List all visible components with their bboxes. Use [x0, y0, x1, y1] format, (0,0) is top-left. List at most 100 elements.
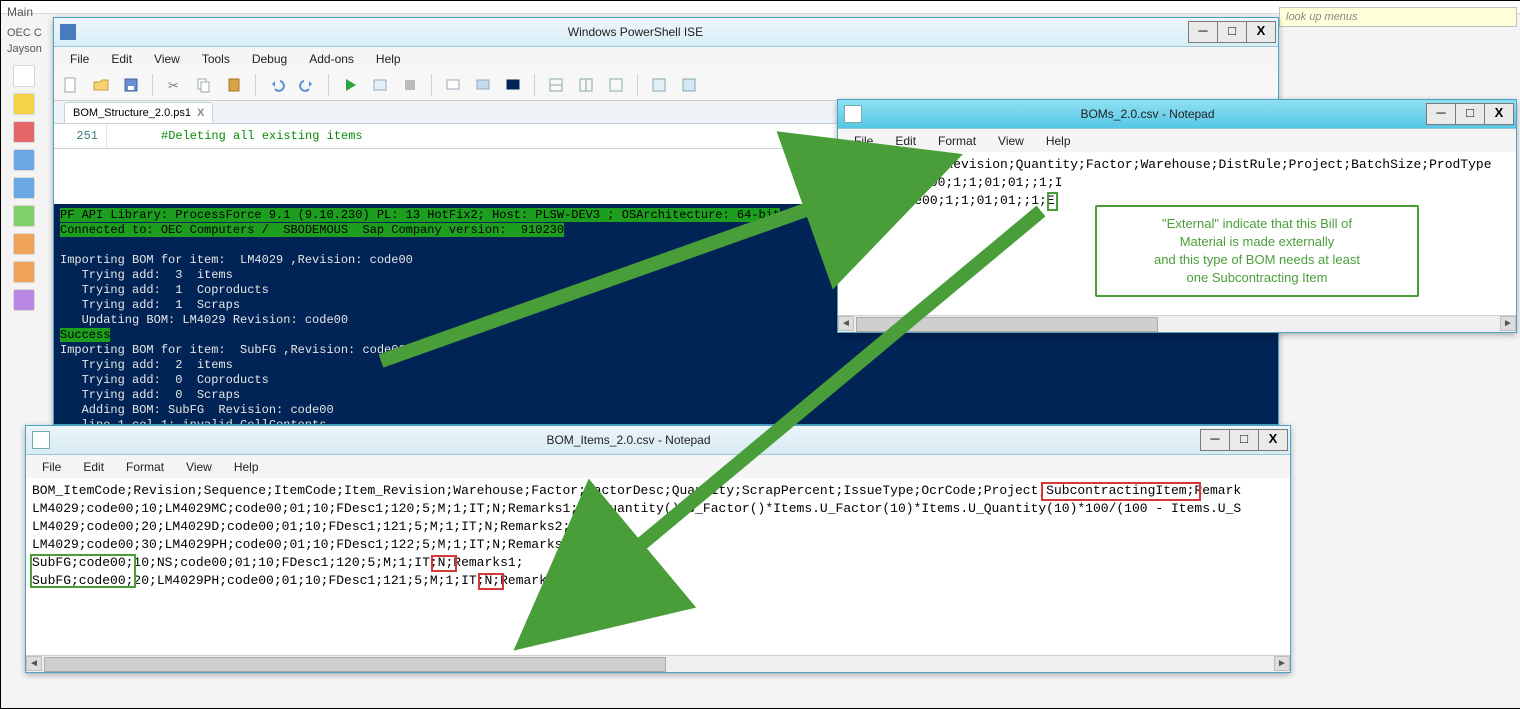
- np2-line3: LM4029;code00;20;LM4029D;code00;01;10;FD…: [32, 519, 570, 534]
- ise-tab-bom-structure[interactable]: BOM_Structure_2.0.ps1 X: [64, 102, 213, 123]
- console-pane-icon[interactable]: [500, 72, 526, 98]
- sap-green-icon[interactable]: [13, 205, 35, 227]
- np2-hscrollbar[interactable]: ◄ ►: [26, 655, 1290, 672]
- callout-l1: "External" indicate that this Bill of: [1107, 215, 1407, 233]
- console-l8: Updating BOM: LM4029 Revision: code00: [60, 313, 348, 327]
- console-l6: Trying add: 1 Coproducts: [60, 283, 269, 297]
- run-icon[interactable]: [337, 72, 363, 98]
- sap-tag-icon[interactable]: [13, 149, 35, 171]
- np1-menu-view[interactable]: View: [988, 132, 1034, 150]
- np2-menu-help[interactable]: Help: [224, 458, 269, 476]
- np2-scroll-left[interactable]: ◄: [26, 656, 42, 671]
- console-l15: -- line 1 col 1: invalid CellContents: [60, 418, 326, 424]
- console-success: Success: [60, 328, 110, 342]
- np2-line5a: SubFG;code00;: [32, 555, 133, 570]
- cut-icon[interactable]: ✂: [161, 72, 187, 98]
- np1-hscrollbar[interactable]: ◄ ►: [838, 315, 1516, 332]
- np2-content[interactable]: BOM_ItemCode;Revision;Sequence;ItemCode;…: [26, 478, 1290, 656]
- console-l4: Importing BOM for item: LM4029 ,Revision…: [60, 253, 413, 267]
- np2-menu-edit[interactable]: Edit: [73, 458, 114, 476]
- console-l7: Trying add: 1 Scraps: [60, 298, 240, 312]
- np1-menu-edit[interactable]: Edit: [885, 132, 926, 150]
- new-file-icon[interactable]: [58, 72, 84, 98]
- notepad-icon: [844, 105, 862, 123]
- np2-line4: LM4029;code00;30;LM4029PH;code00;01;10;F…: [32, 537, 578, 552]
- np2-scroll-thumb[interactable]: [44, 657, 666, 672]
- np2-menu-format[interactable]: Format: [116, 458, 174, 476]
- sap-cart-icon[interactable]: [13, 177, 35, 199]
- np2-line6b: 20;LM4029PH;code00;01;10;FDesc1;121;5;M;…: [133, 573, 476, 588]
- sap-purple-icon[interactable]: [13, 289, 35, 311]
- ise-titlebar[interactable]: Windows PowerShell ISE ─ □ X: [54, 18, 1278, 47]
- sap-box-icon[interactable]: [13, 261, 35, 283]
- np2-line1c: Remark: [1194, 483, 1241, 498]
- np2-menu-view[interactable]: View: [176, 458, 222, 476]
- callout-l2: Material is made externally: [1107, 233, 1407, 251]
- np1-scroll-right[interactable]: ►: [1500, 316, 1516, 331]
- np1-titlebar[interactable]: BOMs_2.0.csv - Notepad ─ □ X: [838, 100, 1516, 129]
- ise-menu-help[interactable]: Help: [366, 50, 411, 68]
- np1-close-button[interactable]: X: [1484, 103, 1514, 125]
- ise-menu-file[interactable]: File: [60, 50, 99, 68]
- open-file-icon[interactable]: [88, 72, 114, 98]
- layout3-icon[interactable]: [603, 72, 629, 98]
- np2-line6-n: ;N;: [477, 573, 500, 588]
- undo-icon[interactable]: [264, 72, 290, 98]
- np1-menu-format[interactable]: Format: [928, 132, 986, 150]
- np1-maximize-button[interactable]: □: [1455, 103, 1485, 125]
- np2-scroll-right[interactable]: ►: [1274, 656, 1290, 671]
- ise-menu-view[interactable]: View: [144, 50, 190, 68]
- command-addon-icon[interactable]: [646, 72, 672, 98]
- lookup-menus-input[interactable]: look up menus: [1279, 7, 1517, 27]
- np2-titlebar[interactable]: BOM_Items_2.0.csv - Notepad ─ □ X: [26, 426, 1290, 455]
- np1-minimize-button[interactable]: ─: [1426, 103, 1456, 125]
- sap-pie-icon[interactable]: [13, 93, 35, 115]
- ise-menubar: File Edit View Tools Debug Add-ons Help: [54, 47, 1278, 72]
- redo-icon[interactable]: [294, 72, 320, 98]
- copy-icon[interactable]: [191, 72, 217, 98]
- ise-tab-close-icon[interactable]: X: [197, 107, 204, 119]
- new-remote-icon[interactable]: [440, 72, 466, 98]
- np1-scroll-thumb[interactable]: [856, 317, 1158, 332]
- ise-menu-addons[interactable]: Add-ons: [299, 50, 364, 68]
- console-l13: Trying add: 0 Scraps: [60, 388, 240, 402]
- run-selection-icon[interactable]: [367, 72, 393, 98]
- ise-menu-debug[interactable]: Debug: [242, 50, 297, 68]
- sap-grid-icon[interactable]: [13, 65, 35, 87]
- ise-maximize-button[interactable]: □: [1217, 21, 1247, 43]
- np2-menu-file[interactable]: File: [32, 458, 71, 476]
- layout1-icon[interactable]: [543, 72, 569, 98]
- np2-line1a: BOM_ItemCode;Revision;Sequence;ItemCode;…: [32, 483, 1038, 498]
- layout2-icon[interactable]: [573, 72, 599, 98]
- np2-title: BOM_Items_2.0.csv - Notepad: [56, 433, 1201, 447]
- script-pane-icon[interactable]: [470, 72, 496, 98]
- console-l12: Trying add: 0 Coproducts: [60, 373, 269, 387]
- ise-menu-tools[interactable]: Tools: [192, 50, 240, 68]
- stop-icon[interactable]: [397, 72, 423, 98]
- callout-l3: and this type of BOM needs at least: [1107, 251, 1407, 269]
- np2-line5b: 10;NS;code00;01;10;FDesc1;120;5;M;1;IT: [133, 555, 429, 570]
- sap-red-icon[interactable]: [13, 121, 35, 143]
- np1-menu-file[interactable]: File: [844, 132, 883, 150]
- ise-toolbar: ✂: [54, 70, 1278, 101]
- np2-line5-n: ;N;: [430, 555, 453, 570]
- show-command-icon[interactable]: [676, 72, 702, 98]
- callout-external: "External" indicate that this Bill of Ma…: [1095, 205, 1419, 297]
- ise-minimize-button[interactable]: ─: [1188, 21, 1218, 43]
- console-header1: PF API Library: ProcessForce 9.1 (9.10.2…: [60, 208, 780, 222]
- notepad-bomitems-window: BOM_Items_2.0.csv - Notepad ─ □ X File E…: [25, 425, 1291, 673]
- np1-menu-help[interactable]: Help: [1036, 132, 1081, 150]
- ise-close-button[interactable]: X: [1246, 21, 1276, 43]
- np1-line3a: SubFG;code00;1;1;01;01;;1;: [844, 193, 1047, 208]
- console-l14: Adding BOM: SubFG Revision: code00: [60, 403, 334, 417]
- ise-menu-edit[interactable]: Edit: [101, 50, 142, 68]
- np2-maximize-button[interactable]: □: [1229, 429, 1259, 451]
- paste-icon[interactable]: [221, 72, 247, 98]
- np2-close-button[interactable]: X: [1258, 429, 1288, 451]
- save-icon[interactable]: [118, 72, 144, 98]
- np2-line2: LM4029;code00;10;LM4029MC;code00;01;10;F…: [32, 501, 1241, 516]
- sap-orange-icon[interactable]: [13, 233, 35, 255]
- np2-minimize-button[interactable]: ─: [1200, 429, 1230, 451]
- bg-oec-label: OEC C: [7, 27, 42, 39]
- np1-scroll-left[interactable]: ◄: [838, 316, 854, 331]
